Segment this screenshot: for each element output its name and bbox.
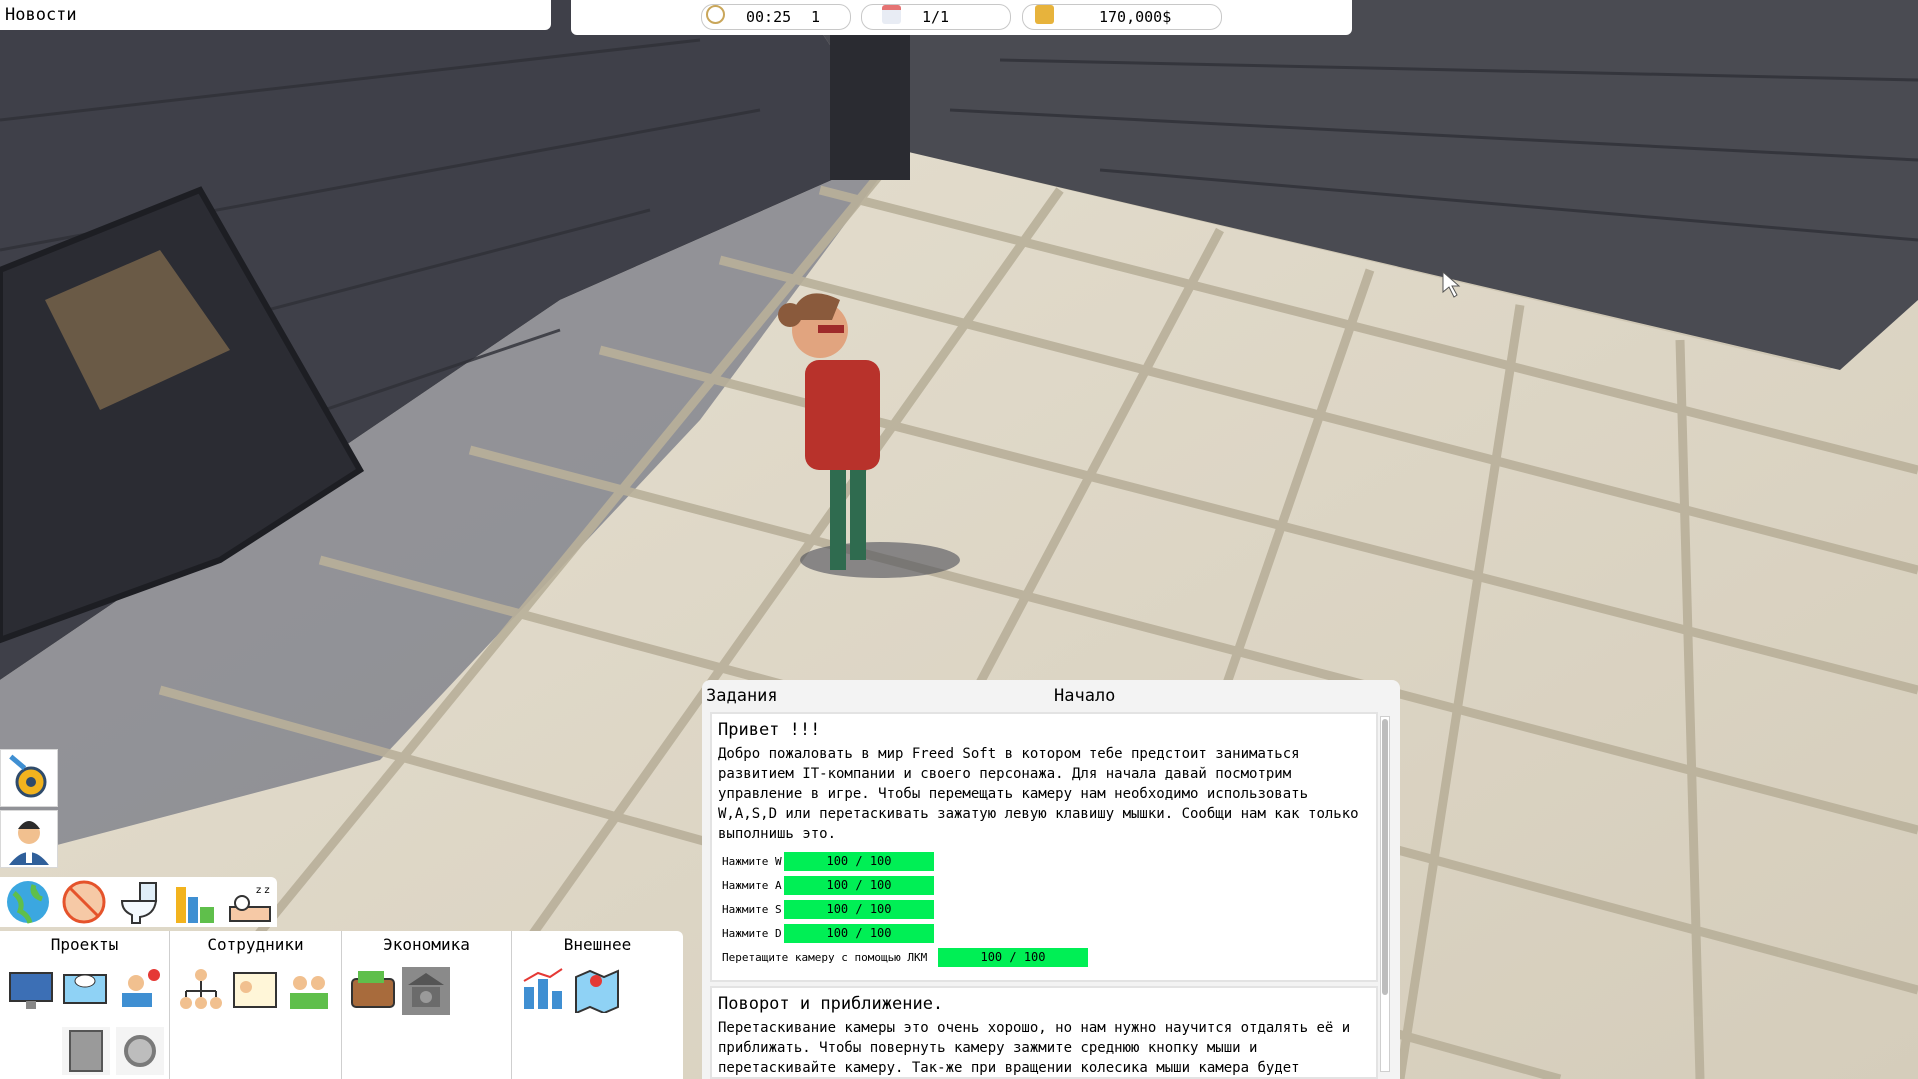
coins-icon: [1035, 5, 1054, 24]
svg-text:z z: z z: [256, 885, 270, 896]
task-card-hello: Привет !!! Добро пожаловать в мир Freed …: [710, 712, 1378, 982]
sleep-button[interactable]: z z: [226, 879, 274, 925]
days-stat[interactable]: 1/1: [861, 4, 1011, 30]
task-card-title: Поворот и приближение.: [718, 994, 944, 1014]
tab-label: Проекты: [50, 935, 119, 954]
sleep-icon: z z: [229, 885, 271, 922]
news-panel[interactable]: Новости: [0, 0, 551, 30]
tasks-title: Задания: [706, 686, 778, 706]
tab-label: Экономика: [383, 935, 470, 954]
food-button[interactable]: [60, 879, 108, 925]
tasks-chapter-title: Начало: [1054, 686, 1116, 706]
server-button[interactable]: [62, 1027, 110, 1075]
globe-icon: [7, 881, 49, 924]
map-icon[interactable]: [574, 967, 620, 1015]
task-card-body: Добро пожаловать в мир Freed Soft в кото…: [718, 746, 1359, 842]
shelves-button[interactable]: [172, 879, 220, 925]
shelves-icon: [176, 887, 214, 923]
quick-actions-bar: z z: [0, 877, 277, 927]
api-monitor-icon[interactable]: [62, 967, 108, 1013]
software-computer-icon[interactable]: [8, 967, 54, 1013]
server-icon: [69, 1030, 103, 1072]
clock-icon: [706, 5, 725, 24]
settings-cog-icon: [124, 1035, 156, 1067]
settings-cog-button[interactable]: [116, 1027, 164, 1075]
game-time: 00:25: [746, 8, 792, 26]
wallet-icon[interactable]: [350, 967, 396, 1013]
task-progress-a: Нажмите A 100 / 100: [718, 874, 1370, 898]
task-card-rotate: Поворот и приближение. Перетаскивание ка…: [710, 986, 1378, 1079]
tasks-scrollbar[interactable]: [1380, 716, 1390, 1072]
tab-external[interactable]: Внешнее: [512, 931, 683, 1079]
calendar-icon: [882, 5, 901, 24]
team-icon[interactable]: [286, 967, 332, 1013]
news-title: Новости: [5, 5, 77, 25]
main-menu: Проекты Сотрудники Экономика Внешнее: [0, 931, 683, 1079]
job-board-icon[interactable]: [232, 967, 278, 1013]
top-stats-bar: 00:25 1 1/1 170,000$: [571, 0, 1352, 35]
settings-gear-icon: [9, 754, 47, 798]
employee-avatar-icon: [9, 821, 49, 865]
task-progress-list: Нажмите W 100 / 100 Нажмите A 100 / 100 …: [718, 850, 1370, 970]
bank-icon: [408, 973, 444, 1007]
city-stats-icon[interactable]: [520, 967, 566, 1013]
world-button[interactable]: [4, 879, 52, 925]
tab-economy[interactable]: Экономика: [342, 931, 512, 1079]
time-stat[interactable]: 00:25 1: [701, 4, 851, 30]
employee-button[interactable]: [0, 810, 58, 868]
task-progress-drag: Перетащите камеру с помощью ЛКМ 100 / 10…: [718, 946, 1370, 970]
task-card-body: Перетаскивание камеры это очень хорошо, …: [718, 1020, 1351, 1076]
tab-employees[interactable]: Сотрудники: [170, 931, 342, 1079]
days-value: 1/1: [922, 8, 950, 26]
support-operator-icon[interactable]: [116, 967, 162, 1013]
task-progress-d: Нажмите D 100 / 100: [718, 922, 1370, 946]
tab-projects[interactable]: Проекты: [0, 931, 170, 1079]
org-structure-icon[interactable]: [178, 967, 224, 1013]
tasks-scroll-thumb[interactable]: [1382, 719, 1388, 995]
toilet-button[interactable]: [116, 879, 164, 925]
bank-button[interactable]: [402, 967, 450, 1015]
tab-label: Внешнее: [563, 935, 632, 954]
task-progress-w: Нажмите W 100 / 100: [718, 850, 1370, 874]
task-progress-s: Нажмите S 100 / 100: [718, 898, 1370, 922]
tasks-panel[interactable]: Задания Начало Привет !!! Добро пожалова…: [702, 680, 1400, 1079]
settings-button[interactable]: [0, 749, 58, 807]
task-card-title: Привет !!!: [718, 720, 821, 740]
game-speed[interactable]: 1: [811, 5, 820, 29]
money-stat[interactable]: 170,000$: [1022, 4, 1222, 30]
money-value: 170,000$: [1099, 8, 1172, 26]
tab-label: Сотрудники: [207, 935, 304, 954]
toilet-icon: [120, 882, 158, 924]
no-food-icon: [62, 880, 106, 924]
